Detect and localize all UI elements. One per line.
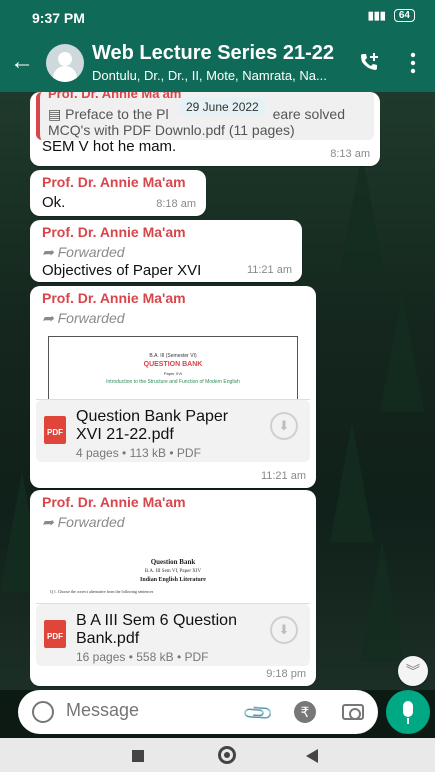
status-time: 9:37 PM bbox=[32, 10, 85, 26]
payment-icon[interactable]: ₹ bbox=[294, 701, 316, 723]
back-icon[interactable] bbox=[306, 749, 318, 763]
preview-line: Q 1. Choose the correct alternative from… bbox=[50, 589, 154, 594]
pdf-file-icon: PDF bbox=[44, 620, 66, 648]
forwarded-label: ➦ Forwarded bbox=[42, 514, 125, 530]
preview-line: Paper XVI bbox=[163, 371, 183, 376]
sender-name: Prof. Dr. Annie Ma'am bbox=[42, 290, 186, 306]
battery-icon: 64 bbox=[393, 9, 415, 22]
system-nav-bar bbox=[0, 738, 435, 772]
wallpaper-tree bbox=[380, 292, 424, 412]
chat-participants[interactable]: Dontulu, Dr., Dr., II, Mote, Namrata, Na… bbox=[92, 68, 342, 83]
preview-line: QUESTION BANK bbox=[143, 361, 203, 368]
more-options-icon[interactable] bbox=[408, 51, 418, 75]
add-call-icon[interactable] bbox=[357, 51, 381, 75]
message-time: 11:21 am bbox=[260, 470, 306, 482]
signal-icon: ▮▮▮ bbox=[367, 10, 386, 22]
message-time: 8:18 am bbox=[156, 198, 196, 210]
attach-icon[interactable]: 📎 bbox=[241, 696, 276, 731]
message-bubble[interactable]: Prof. Dr. Annie Ma'am ➦ Forwarded Object… bbox=[30, 220, 302, 282]
message-text: Objectives of Paper XVI bbox=[42, 262, 202, 279]
wallpaper-tree bbox=[360, 542, 404, 662]
chat-title[interactable]: Web Lecture Series 21-22 bbox=[92, 42, 334, 65]
download-icon[interactable]: ⬇ bbox=[270, 412, 298, 440]
date-chip: 29 June 2022 bbox=[180, 98, 265, 116]
forward-arrow-icon: ➦ bbox=[42, 514, 58, 530]
recent-apps-icon[interactable] bbox=[132, 750, 144, 762]
document-message[interactable]: Prof. Dr. Annie Ma'am ➦ Forwarded B.A. I… bbox=[30, 286, 316, 488]
preview-line: Indian English Literature bbox=[140, 577, 206, 583]
document-meta: 16 pages • 558 kB • PDF bbox=[76, 650, 209, 664]
scroll-to-bottom-button[interactable]: ︾ bbox=[398, 656, 428, 686]
download-icon[interactable]: ⬇ bbox=[270, 616, 298, 644]
message-time: 11:21 am bbox=[246, 264, 292, 276]
quote-text: MCQ's with PDF Downlo.pdf (11 pages) bbox=[48, 122, 295, 138]
document-meta: 4 pages • 113 kB • PDF bbox=[76, 446, 201, 460]
back-arrow-icon[interactable]: ← bbox=[10, 48, 34, 76]
forwarded-label: ➦ Forwarded bbox=[42, 310, 125, 326]
group-avatar[interactable] bbox=[46, 44, 84, 82]
preview-line: Introduction to the Structure and Functi… bbox=[106, 379, 240, 385]
document-preview[interactable]: Question Bank B.A. III Sem VI, Paper XIV… bbox=[36, 534, 310, 604]
chat-header: ← Web Lecture Series 21-22 Dontulu, Dr.,… bbox=[0, 34, 435, 92]
message-text: Ok. bbox=[42, 194, 66, 211]
forward-arrow-icon: ➦ bbox=[42, 310, 58, 326]
document-preview[interactable]: B.A. III (Semester VI) QUESTION BANK Pap… bbox=[36, 330, 310, 400]
chat-area[interactable]: Prof. Dr. Annie Ma'am ▤ Preface to the P… bbox=[0, 92, 435, 690]
preview-line: Question Bank bbox=[150, 558, 196, 566]
message-time: 9:18 pm bbox=[266, 668, 306, 680]
document-name: B A III Sem 6 Question Bank.pdf bbox=[76, 612, 237, 647]
forwarded-label: ➦ Forwarded bbox=[42, 244, 125, 260]
preview-line: B.A. III (Semester VI) bbox=[149, 353, 197, 359]
pdf-file-icon: PDF bbox=[44, 416, 66, 444]
double-chevron-down-icon: ︾ bbox=[406, 663, 420, 679]
status-icons: ▮▮▮ 64 bbox=[368, 9, 415, 22]
document-name: Question Bank Paper XVI 21-22.pdf bbox=[76, 408, 229, 443]
message-composer: 📎 ₹ bbox=[18, 690, 378, 734]
wallpaper-tree bbox=[340, 152, 384, 272]
preview-line: B.A. III Sem VI, Paper XIV bbox=[144, 569, 202, 574]
forward-arrow-icon: ➦ bbox=[42, 244, 58, 260]
document-card[interactable]: PDF B A III Sem 6 Question Bank.pdf 16 p… bbox=[36, 604, 310, 666]
message-bubble[interactable]: Prof. Dr. Annie Ma'am Ok. 8:18 am bbox=[30, 170, 206, 216]
message-time: 8:13 am bbox=[330, 148, 370, 160]
status-bar: 9:37 PM ▮▮▮ 64 bbox=[0, 0, 435, 34]
sender-name: Prof. Dr. Annie Ma'am bbox=[42, 494, 186, 510]
emoji-icon[interactable] bbox=[32, 701, 54, 723]
microphone-icon bbox=[403, 701, 413, 717]
camera-icon[interactable] bbox=[342, 704, 364, 720]
message-input[interactable] bbox=[66, 700, 216, 721]
document-message[interactable]: Prof. Dr. Annie Ma'am ➦ Forwarded Questi… bbox=[30, 490, 316, 686]
wallpaper-tree bbox=[330, 422, 374, 542]
voice-record-button[interactable] bbox=[386, 690, 430, 734]
home-icon[interactable] bbox=[218, 746, 236, 764]
sender-name: Prof. Dr. Annie Ma'am bbox=[42, 224, 186, 240]
sender-name: Prof. Dr. Annie Ma'am bbox=[42, 174, 186, 190]
quote-sender: Prof. Dr. Annie Ma'am bbox=[48, 92, 182, 101]
message-text: SEM V hot he mam. bbox=[42, 138, 177, 155]
document-card[interactable]: PDF Question Bank Paper XVI 21-22.pdf 4 … bbox=[36, 400, 310, 462]
